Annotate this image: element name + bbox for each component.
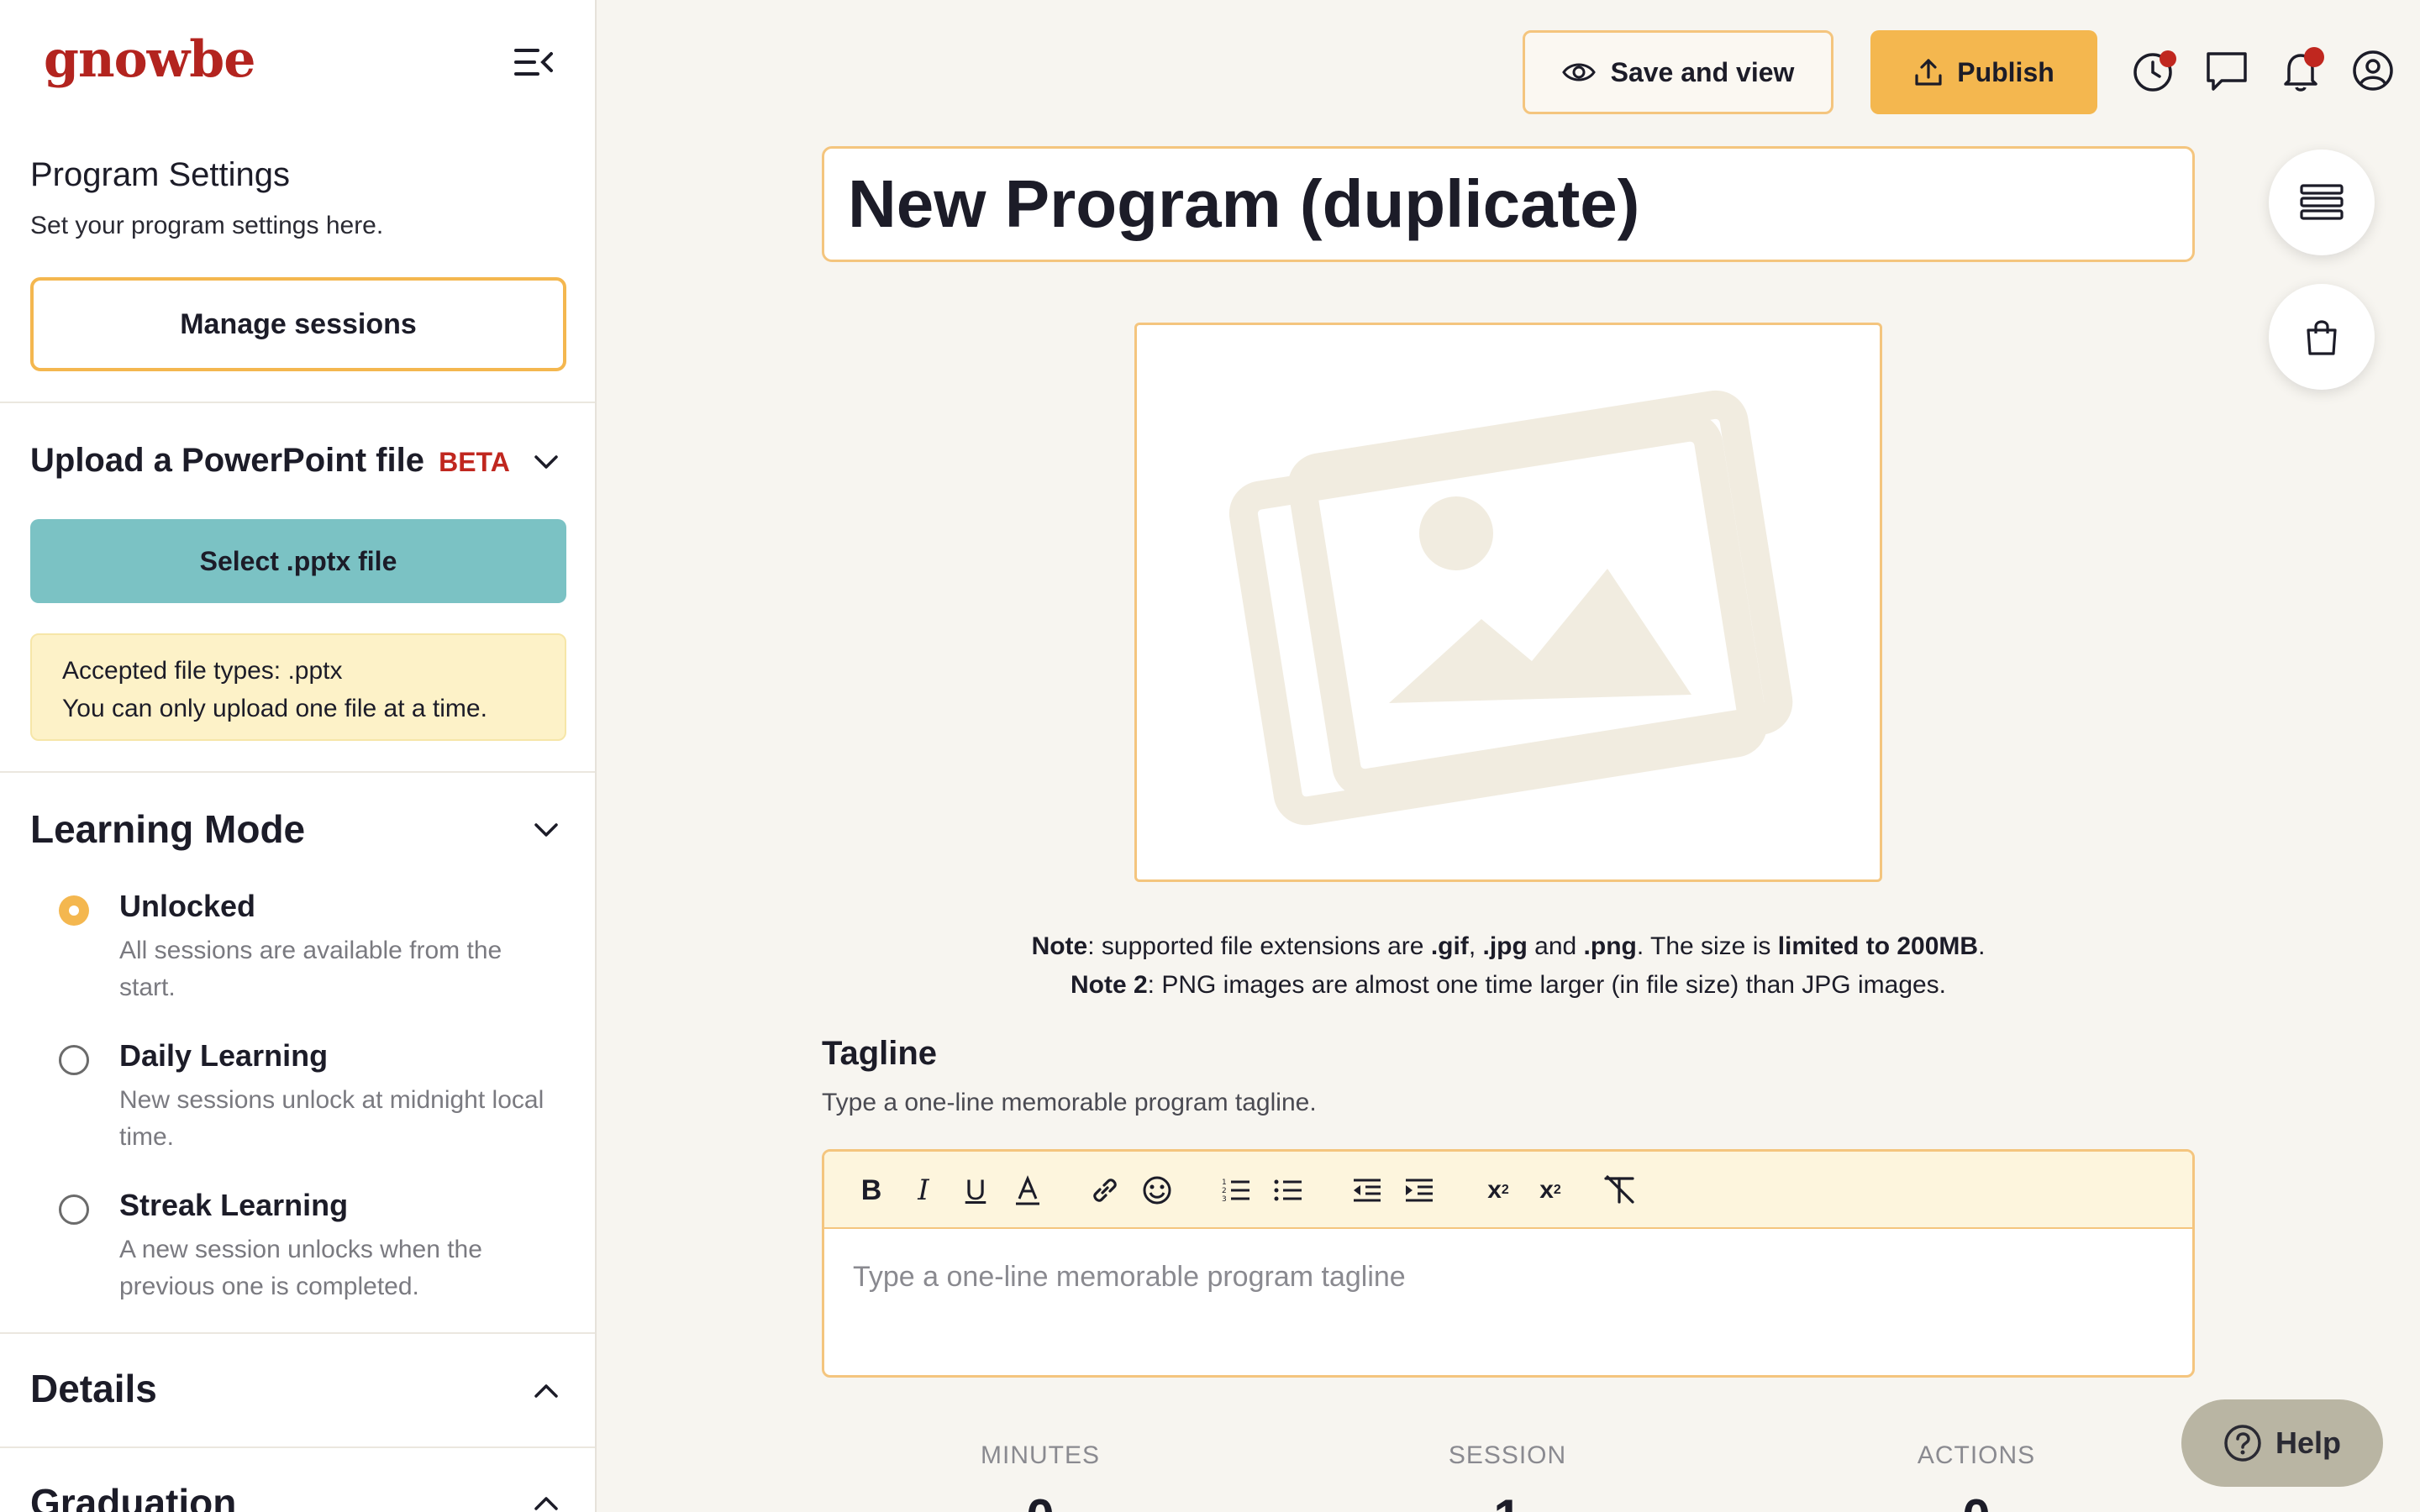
shopping-bag-icon — [2307, 320, 2337, 355]
radio-selected[interactable] — [59, 895, 89, 926]
stat-session-label: SESSION — [1448, 1441, 1567, 1469]
divider — [0, 1332, 595, 1334]
stat-minutes-label: MINUTES — [981, 1441, 1100, 1469]
tagline-subtitle: Type a one-line memorable program taglin… — [822, 1089, 1317, 1116]
emoji-icon[interactable] — [1137, 1170, 1177, 1210]
user-icon[interactable] — [2349, 47, 2396, 94]
note-text: . — [1978, 932, 1986, 960]
beta-badge: BETA — [439, 447, 510, 477]
note-label: Note — [1031, 932, 1088, 960]
superscript-icon[interactable]: x2 — [1530, 1170, 1570, 1210]
ordered-list-icon[interactable]: 123 — [1216, 1170, 1256, 1210]
publish-button[interactable]: Publish — [1870, 30, 2097, 114]
editor-toolbar: B I U 123 x2 x2 — [824, 1152, 2192, 1229]
bullet-list-icon[interactable] — [1268, 1170, 1308, 1210]
one-file-text: You can only upload one file at a time. — [62, 695, 487, 722]
option-label: Daily Learning — [119, 1038, 329, 1073]
program-title-input[interactable]: New Program (duplicate) — [848, 165, 1639, 243]
gnowbe-logo[interactable]: gnowbe — [44, 30, 255, 89]
notification-dot — [2304, 47, 2324, 67]
note-sep: , — [1468, 932, 1483, 960]
image-note: Note: supported file extensions are .gif… — [822, 927, 2195, 1005]
ext-gif: .gif — [1430, 932, 1469, 960]
tagline-title: Tagline — [822, 1035, 938, 1072]
marketplace-button[interactable] — [2269, 284, 2375, 390]
question-icon — [2224, 1425, 2261, 1462]
note2-text: : PNG images are almost one time larger … — [1147, 971, 1947, 999]
menu-button[interactable] — [2269, 150, 2375, 255]
radio-unselected[interactable] — [59, 1045, 89, 1075]
upload-title-text: Upload a PowerPoint file — [30, 442, 424, 479]
collapse-sidebar-icon[interactable] — [513, 45, 555, 79]
tagline-input[interactable]: Type a one-line memorable program taglin… — [853, 1261, 1406, 1294]
note-text: : supported file extensions are — [1087, 932, 1431, 960]
option-label: Streak Learning — [119, 1188, 349, 1222]
italic-icon[interactable]: I — [903, 1170, 944, 1210]
publish-label: Publish — [1957, 56, 2054, 87]
chat-icon[interactable] — [2203, 47, 2250, 94]
program-title-field[interactable]: New Program (duplicate) — [822, 146, 2195, 262]
notification-dot — [2160, 50, 2176, 67]
stat-actions-label: ACTIONS — [1917, 1441, 2036, 1469]
stat-session-value: 1 — [1339, 1488, 1676, 1512]
manage-sessions-button[interactable]: Manage sessions — [30, 277, 566, 371]
upload-icon — [1915, 59, 1942, 86]
save-and-view-button[interactable]: Save and view — [1523, 30, 1833, 114]
tagline-editor: B I U 123 x2 x2 Type a one-line memorabl… — [822, 1149, 2195, 1378]
note-text: . The size is — [1636, 932, 1778, 960]
image-placeholder-icon — [1228, 390, 1793, 826]
clear-format-icon[interactable] — [1599, 1170, 1639, 1210]
chevron-down-icon[interactable] — [529, 813, 563, 847]
link-icon[interactable] — [1085, 1170, 1125, 1210]
size-limit: limited to 200MB — [1777, 932, 1979, 960]
divider — [0, 402, 595, 403]
help-label: Help — [2275, 1425, 2341, 1460]
note2-label: Note 2 — [1070, 971, 1148, 999]
chevron-up-icon[interactable] — [529, 1487, 563, 1512]
note-line-2: Note 2: PNG images are almost one time l… — [822, 966, 2195, 1005]
radio-unselected[interactable] — [59, 1194, 89, 1225]
program-settings-subtitle: Set your program settings here. — [30, 212, 384, 239]
note-line-1: Note: supported file extensions are .gif… — [822, 927, 2195, 966]
svg-text:3: 3 — [1222, 1195, 1227, 1204]
note-sep: and — [1527, 932, 1584, 960]
divider — [0, 771, 595, 773]
bold-icon[interactable]: B — [851, 1170, 892, 1210]
chevron-up-icon[interactable] — [529, 1374, 563, 1408]
program-settings-title: Program Settings — [30, 156, 291, 193]
ext-jpg: .jpg — [1482, 932, 1528, 960]
option-description: New sessions unlock at midnight local ti… — [119, 1086, 544, 1151]
learning-mode-title[interactable]: Learning Mode — [30, 806, 305, 852]
select-pptx-button[interactable]: Select .pptx file — [30, 519, 566, 603]
details-title[interactable]: Details — [30, 1366, 157, 1411]
svg-text:2: 2 — [1222, 1187, 1227, 1195]
option-description: All sessions are available from the star… — [119, 937, 502, 1001]
indent-icon[interactable] — [1399, 1170, 1439, 1210]
svg-text:1: 1 — [1222, 1179, 1227, 1187]
underline-icon[interactable]: U — [955, 1170, 996, 1210]
save-and-view-label: Save and view — [1610, 56, 1795, 87]
upload-section-title[interactable]: Upload a PowerPoint file BETA — [30, 442, 510, 480]
stat-actions-value: 0 — [1808, 1488, 2144, 1512]
sidebar: gnowbe Program Settings Set your program… — [0, 0, 597, 1512]
help-button[interactable]: Help — [2181, 1399, 2383, 1487]
cover-image-upload[interactable] — [1134, 323, 1882, 882]
option-label: Unlocked — [119, 889, 256, 923]
history-icon[interactable] — [2129, 47, 2176, 94]
text-color-icon[interactable] — [1007, 1170, 1048, 1210]
subscript-icon[interactable]: x2 — [1478, 1170, 1518, 1210]
bell-icon[interactable] — [2277, 47, 2324, 94]
option-description: A new session unlocks when the previous … — [119, 1236, 482, 1300]
accepted-file-info: Accepted file types: .pptx You can only … — [30, 633, 566, 741]
list-icon — [2300, 184, 2344, 220]
eye-icon — [1561, 63, 1596, 81]
divider — [0, 1446, 595, 1448]
accepted-types-text: Accepted file types: .pptx — [62, 657, 343, 685]
graduation-title[interactable]: Graduation — [30, 1480, 236, 1512]
ext-png: .png — [1583, 932, 1637, 960]
chevron-down-icon[interactable] — [529, 445, 563, 479]
outdent-icon[interactable] — [1347, 1170, 1387, 1210]
stat-minutes-value: 0 — [872, 1488, 1208, 1512]
